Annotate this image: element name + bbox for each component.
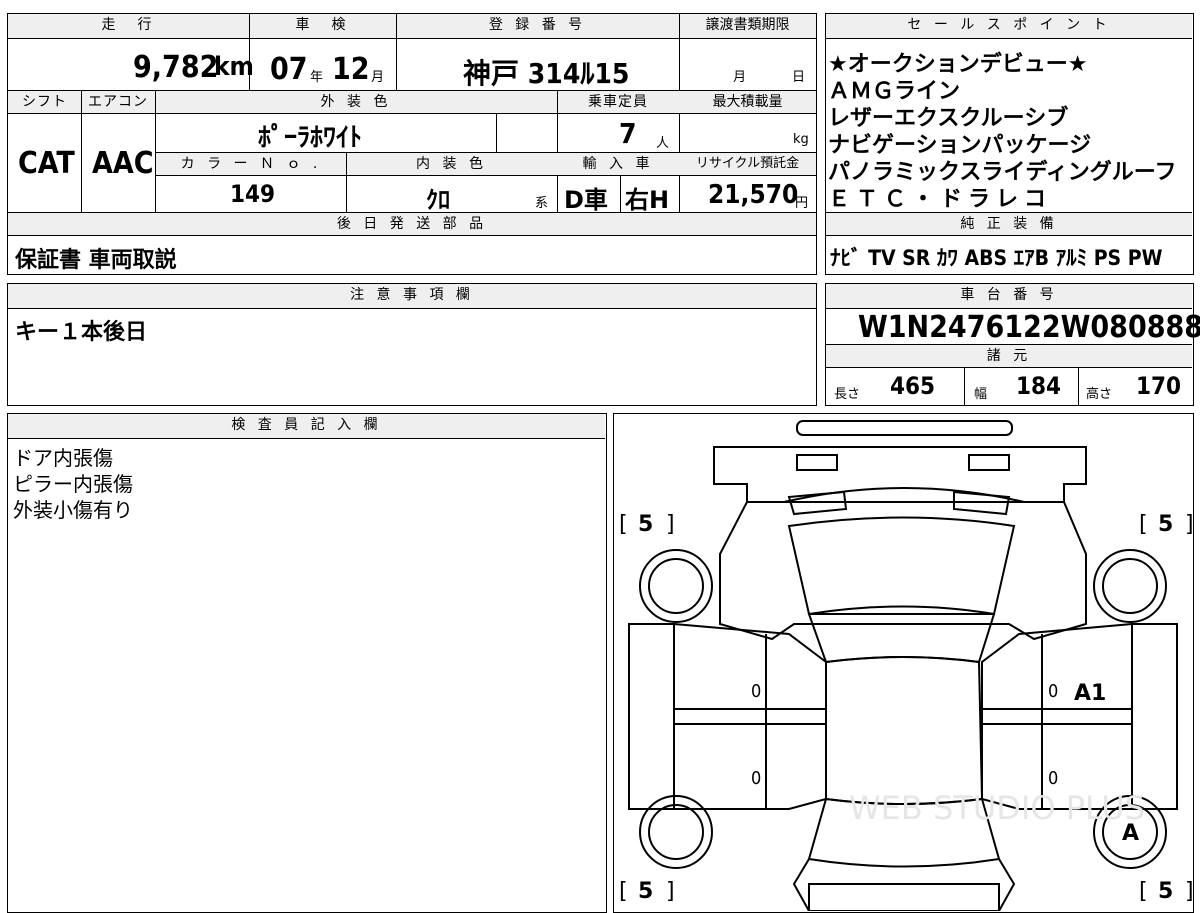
max-load-unit: kg (793, 132, 809, 147)
door-rear-right-mark: 0 (1048, 768, 1058, 789)
deferred-parts-value: 保証書 車両取説 (15, 248, 177, 273)
door-front-right-mark: 0 (1048, 681, 1058, 702)
mileage-header: 走 行 (8, 14, 249, 38)
door-front-left-mark: 0 (751, 681, 761, 702)
damage-mark-a1: A1 (1074, 681, 1106, 706)
interior-color-value: ｸﾛ (426, 186, 450, 214)
damage-mark-a: A (1122, 821, 1139, 846)
aircon-header: エアコン (81, 91, 155, 113)
chassis-box: 車 台 番 号 W1N2476122W080888 諸 元 長さ 465 幅 1… (825, 283, 1200, 406)
capacity-value: 7 (619, 117, 637, 150)
svg-text:]: ] (1185, 512, 1192, 537)
svg-text:]: ] (666, 879, 675, 904)
sales-point-6: ＥＴＣ・ドラレコ (828, 187, 1053, 212)
height-value: 170 (1136, 372, 1182, 400)
registration-number: 神戸 314ﾙ15 (463, 57, 630, 90)
exterior-color-header: 外 装 色 (155, 91, 557, 113)
capacity-unit: 人 (656, 136, 670, 151)
recycle-unit: 円 (795, 196, 809, 211)
inspector-line-3: 外装小傷有り (13, 498, 133, 522)
inspection-month: 12 (332, 52, 370, 87)
inspection-header: 車 検 (249, 14, 396, 38)
notes-box: 注 意 事 項 欄 キー１本後日 (7, 283, 817, 406)
sales-points-header: セ ー ル ス ポ イ ン ト (826, 14, 1192, 38)
svg-text:[: [ (619, 879, 628, 904)
tire-front-right: 5 (1158, 512, 1173, 537)
notes-value: キー１本後日 (15, 320, 148, 345)
height-label: 高さ (1086, 387, 1113, 402)
registration-header: 登 録 番 号 (396, 14, 679, 38)
car-diagram: WEB STUDIO PLUS [ 5 ] [ 5 ] [ 5 ] [ 5 ] … (619, 420, 1192, 911)
chassis-number: W1N2476122W080888 (858, 310, 1200, 345)
door-rear-left-mark: 0 (751, 768, 761, 789)
width-label: 幅 (974, 387, 988, 402)
vehicle-info-table: 走 行 車 検 登 録 番 号 譲渡書類期限 9,782 km 07 年 12 … (7, 13, 817, 275)
inspector-line-2: ピラー内張傷 (13, 472, 133, 496)
svg-text:]: ] (666, 512, 675, 537)
inspection-year-unit: 年 (310, 70, 324, 85)
length-label: 長さ (834, 387, 861, 402)
shift-header: シフト (8, 91, 81, 113)
deferred-parts-header: 後 日 発 送 部 品 (8, 213, 816, 235)
notes-header: 注 意 事 項 欄 (8, 284, 816, 308)
inspector-line-1: ドア内張傷 (13, 446, 113, 470)
mileage-value: 9,782 (133, 50, 219, 85)
shift-value: CAT (18, 146, 75, 181)
exterior-color-value: ﾎﾟｰﾗﾎﾜｲﾄ (258, 123, 363, 153)
inspection-year: 07 (270, 52, 308, 87)
tire-front-left: 5 (638, 512, 653, 537)
width-value: 184 (1016, 372, 1062, 400)
transfer-day-unit: 日 (792, 70, 806, 85)
aircon-value: AAC (92, 146, 154, 181)
tire-rear-right: 5 (1158, 879, 1173, 904)
import-type: D車 (564, 186, 608, 214)
import-header: 輸 入 車 (557, 153, 679, 175)
steering: 右H (625, 186, 670, 214)
svg-text:[: [ (619, 512, 628, 537)
capacity-header: 乗車定員 (557, 91, 679, 113)
watermark: WEB STUDIO PLUS (849, 789, 1145, 827)
svg-text:[: [ (1139, 879, 1148, 904)
chassis-header: 車 台 番 号 (826, 284, 1192, 308)
max-load-header: 最大積載量 (679, 91, 816, 113)
inspector-header: 検 査 員 記 入 欄 (8, 414, 605, 438)
inspector-box: 検 査 員 記 入 欄 ドア内張傷 ピラー内張傷 外装小傷有り (7, 413, 607, 913)
interior-color-header: 内 装 色 (346, 153, 557, 175)
dimensions-header: 諸 元 (826, 345, 1192, 367)
mileage-unit: km (214, 52, 254, 82)
svg-text:[: [ (1139, 512, 1148, 537)
color-no-header: カ ラ ー Ｎ ｏ . (156, 153, 346, 175)
transfer-month-unit: 月 (733, 70, 747, 85)
equipment-value: ﾅﾋﾞ TV SR ｶﾜ ABS ｴｱB ｱﾙﾐ PS PW (830, 246, 1163, 270)
recycle-header: リサイクル預託金 (679, 153, 816, 175)
equipment-header: 純 正 装 備 (826, 213, 1192, 235)
car-diagram-box: WEB STUDIO PLUS [ 5 ] [ 5 ] [ 5 ] [ 5 ] … (613, 413, 1194, 913)
color-no-value: 149 (230, 180, 276, 208)
svg-text:]: ] (1185, 879, 1192, 904)
sales-points-box: セ ー ル ス ポ イ ン ト ★オークションデビュー★ ＡＭＧライン レザーエ… (825, 13, 1194, 275)
recycle-value: 21,570 (708, 180, 799, 210)
interior-color-suffix: 系 (535, 196, 549, 211)
length-value: 465 (890, 372, 936, 400)
transfer-deadline-header: 譲渡書類期限 (679, 14, 816, 38)
tire-rear-left: 5 (638, 879, 653, 904)
inspection-month-unit: 月 (371, 70, 385, 85)
